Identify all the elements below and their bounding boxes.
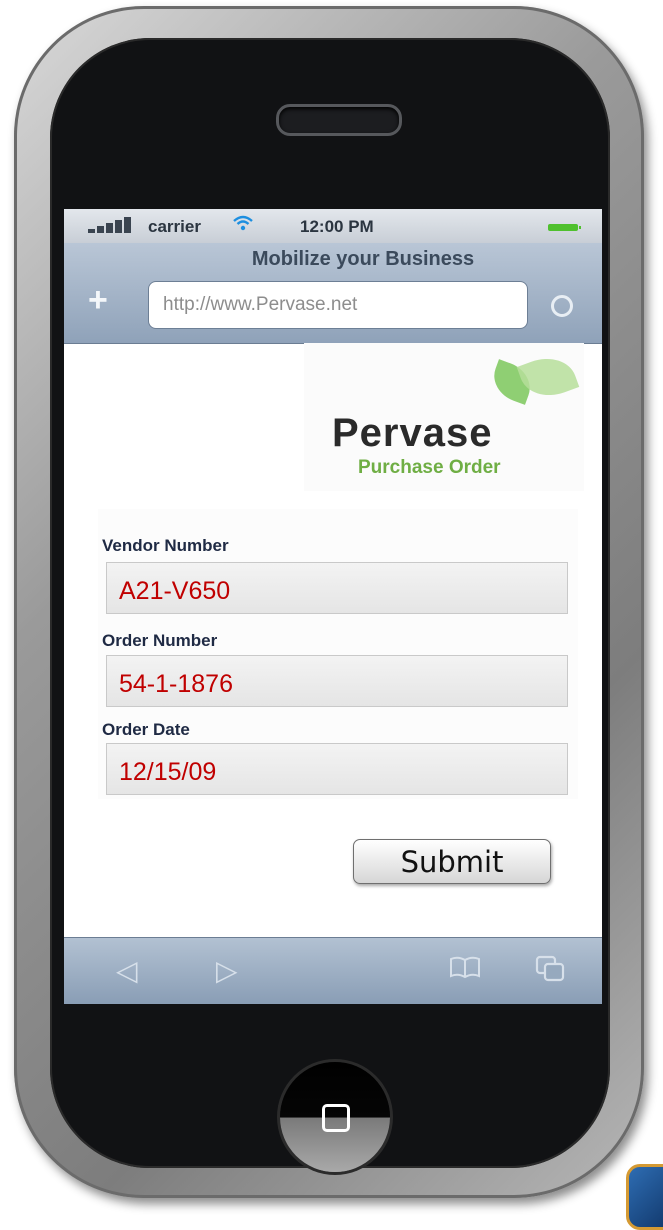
browser-toolbar: ◁ ▷ [64,937,602,1004]
vendor-number-input[interactable]: A21-V650 [106,562,568,614]
home-square-icon [322,1104,350,1132]
submit-button[interactable]: Submit [353,839,551,884]
browser-nav-bar: Mobilize your Business + http://www.Perv… [64,243,602,344]
reload-icon[interactable] [551,295,573,317]
url-input[interactable]: http://www.Pervase.net [148,281,528,329]
form-subtitle: Purchase Order [358,457,501,478]
status-bar: carrier 12:00 PM [64,209,602,243]
status-time: 12:00 PM [300,217,374,236]
wifi-icon [232,214,254,238]
earpiece-speaker [276,104,402,136]
signal-bars-icon [88,217,138,233]
binary-badge-icon [626,1164,663,1230]
vendor-number-label: Vendor Number [102,536,229,555]
page-title: Mobilize your Business [251,248,475,270]
brand-logo: Pervase Purchase Order [304,343,584,491]
brand-name: Pervase [332,411,493,455]
order-number-input[interactable]: 54-1-1876 [106,655,568,707]
home-button[interactable] [280,1062,390,1172]
battery-icon [548,224,581,231]
forward-arrow-icon[interactable]: ▷ [216,954,238,987]
order-date-input[interactable]: 12/15/09 [106,743,568,795]
bookmarks-icon[interactable] [448,954,482,986]
add-bookmark-button[interactable]: + [88,281,108,320]
order-number-label: Order Number [102,631,218,650]
back-arrow-icon[interactable]: ◁ [116,954,138,987]
order-date-label: Order Date [102,720,190,739]
phone-screen: carrier 12:00 PM Mobilize your Business … [64,209,602,1004]
carrier-label: carrier [148,217,201,236]
pages-icon[interactable] [534,954,568,991]
